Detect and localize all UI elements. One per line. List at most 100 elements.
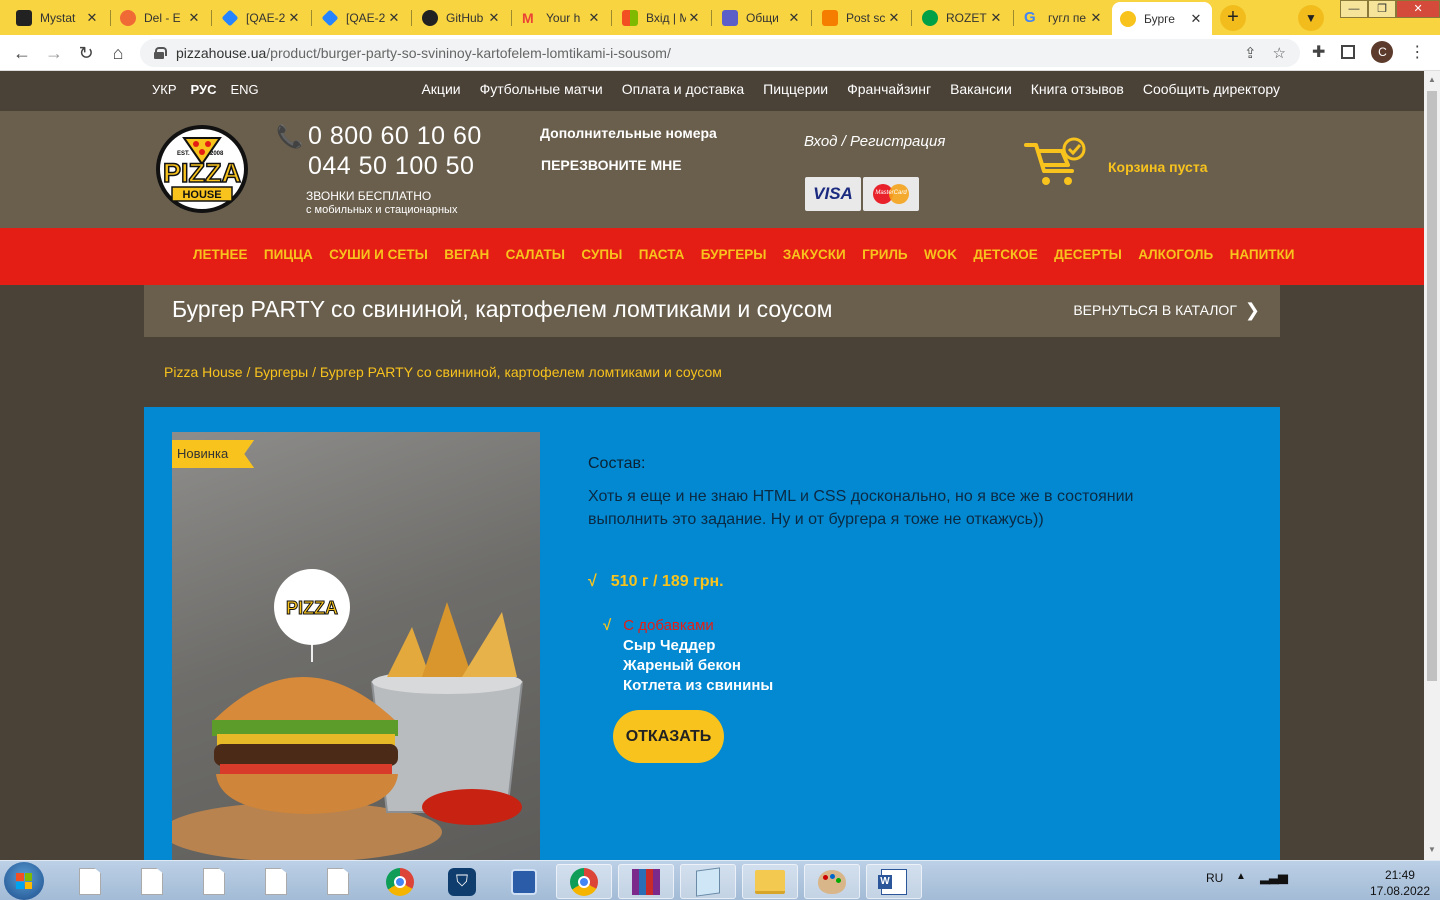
reload-icon[interactable]: ↻ [74, 41, 98, 65]
top-nav-football[interactable]: Футбольные матчи [480, 81, 603, 97]
forward-arrow-icon[interactable]: → [42, 41, 66, 65]
category-kids[interactable]: ДЕТСКОЕ [973, 247, 1037, 262]
back-to-catalog-link[interactable]: ВЕРНУТЬСЯ В КАТАЛОГ ❯ [1073, 301, 1260, 319]
browser-tab[interactable]: Общи ✕ [714, 3, 810, 33]
category-alcohol[interactable]: АЛКОГОЛЬ [1138, 247, 1213, 262]
top-nav-payment-delivery[interactable]: Оплата и доставка [622, 81, 744, 97]
top-nav-pizzerias[interactable]: Пиццерии [763, 81, 828, 97]
callback-button[interactable]: ПЕРЕЗВОНИТЕ МНЕ [541, 157, 682, 173]
close-icon[interactable]: ✕ [186, 10, 202, 26]
category-desserts[interactable]: ДЕСЕРТЫ [1054, 247, 1122, 262]
browser-tab[interactable]: G гугл пе ✕ [1016, 3, 1112, 33]
category-soups[interactable]: СУПЫ [581, 247, 622, 262]
login-register-link[interactable]: Вход / Регистрация [804, 133, 945, 150]
category-drinks[interactable]: НАПИТКИ [1230, 247, 1295, 262]
taskbar-remote-desktop-icon[interactable] [496, 864, 552, 899]
browser-tab[interactable]: ROZET ✕ [914, 3, 1012, 33]
phone-number-1[interactable]: 0 800 60 10 60 [308, 121, 482, 151]
close-icon[interactable]: ✕ [1088, 10, 1104, 26]
close-icon[interactable]: ✕ [886, 10, 902, 26]
taskbar-notepad-icon[interactable] [680, 864, 736, 899]
start-button[interactable] [4, 862, 44, 900]
scrollbar-thumb[interactable] [1427, 91, 1437, 681]
taskbar-document-icon[interactable] [124, 864, 180, 899]
top-nav-vacancies[interactable]: Вакансии [950, 81, 1012, 97]
close-icon[interactable]: ✕ [988, 10, 1004, 26]
scroll-up-icon[interactable]: ▲ [1428, 75, 1436, 84]
close-icon[interactable]: ✕ [686, 10, 702, 26]
top-nav-franchising[interactable]: Франчайзинг [847, 81, 931, 97]
taskbar-chrome-profile-icon[interactable] [556, 864, 612, 899]
taskbar-paint-icon[interactable] [804, 864, 860, 899]
browser-tab[interactable]: [QAE-2 ✕ [314, 3, 410, 33]
top-nav-promotions[interactable]: Акции [421, 81, 460, 97]
tab-search-chevron-icon[interactable]: ▼ [1298, 5, 1324, 31]
clock[interactable]: 21:49 17.08.2022 [1370, 867, 1430, 899]
back-arrow-icon[interactable]: ← [10, 41, 34, 65]
refuse-button[interactable]: ОТКАЗАТЬ [613, 710, 724, 763]
address-bar[interactable]: pizzahouse.ua/product/burger-party-so-sv… [140, 39, 1300, 67]
category-pizza[interactable]: ПИЦЦА [264, 247, 313, 262]
kebab-menu-icon[interactable]: ⋮ [1409, 42, 1425, 62]
extensions-puzzle-icon[interactable]: ✚ [1312, 42, 1325, 62]
tray-chevron-up-icon[interactable]: ▲ [1236, 871, 1246, 882]
taskbar-document-icon[interactable] [186, 864, 242, 899]
category-grill[interactable]: ГРИЛЬ [862, 247, 908, 262]
taskbar-word-icon[interactable]: W [866, 864, 922, 899]
lang-rus[interactable]: РУС [191, 82, 217, 97]
category-salads[interactable]: САЛАТЫ [506, 247, 565, 262]
taskbar-vpn-shield-icon[interactable]: ⛉ [434, 864, 490, 899]
scroll-down-icon[interactable]: ▼ [1428, 845, 1436, 854]
close-icon[interactable]: ✕ [786, 10, 802, 26]
breadcrumb-burgers[interactable]: Бургеры [254, 364, 308, 380]
category-sushi[interactable]: СУШИ И СЕТЫ [329, 247, 428, 262]
taskbar-chrome-icon[interactable] [372, 864, 428, 899]
home-icon[interactable]: ⌂ [106, 41, 130, 65]
category-pasta[interactable]: ПАСТА [639, 247, 685, 262]
close-icon[interactable]: ✕ [1188, 11, 1204, 27]
breadcrumb-home[interactable]: Pizza House [164, 364, 243, 380]
category-summer[interactable]: ЛЕТНЕЕ [193, 247, 247, 262]
close-icon[interactable]: ✕ [486, 10, 502, 26]
close-icon[interactable]: ✕ [386, 10, 402, 26]
minimize-icon[interactable]: — [1340, 0, 1369, 18]
extra-numbers-link[interactable]: Дополнительные номера [540, 125, 717, 141]
share-icon[interactable]: ⇪ [1244, 44, 1257, 62]
top-nav-reviews[interactable]: Книга отзывов [1031, 81, 1124, 97]
taskbar-folder-icon[interactable] [742, 864, 798, 899]
close-icon[interactable]: ✕ [586, 10, 602, 26]
category-burgers[interactable]: БУРГЕРЫ [701, 247, 767, 262]
new-tab-button[interactable]: + [1220, 5, 1246, 31]
lock-icon[interactable] [154, 47, 167, 59]
keyboard-language[interactable]: RU [1206, 871, 1223, 885]
taskbar-winrar-icon[interactable] [618, 864, 674, 899]
browser-tab[interactable]: Mystat ✕ [8, 3, 108, 33]
category-wok[interactable]: WOK [924, 247, 957, 262]
taskbar-document-icon[interactable] [248, 864, 304, 899]
bookmark-star-icon[interactable]: ☆ [1273, 44, 1286, 62]
category-vegan[interactable]: ВЕГАН [444, 247, 489, 262]
lang-eng[interactable]: ENG [231, 82, 259, 97]
profile-avatar[interactable]: C [1371, 41, 1394, 63]
cart-status[interactable]: Корзина пуста [1108, 159, 1207, 175]
browser-tab[interactable]: Вхід | M ✕ [614, 3, 710, 33]
browser-tab[interactable]: Del - E ✕ [112, 3, 210, 33]
phone-number-2[interactable]: 044 50 100 50 [308, 151, 482, 181]
taskbar-document-icon[interactable] [62, 864, 118, 899]
browser-tab[interactable]: [QAE-2 ✕ [214, 3, 310, 33]
pizza-house-logo[interactable]: EST. 2008 PIZZA HOUSE [144, 124, 260, 214]
browser-tab[interactable]: Post sc ✕ [814, 3, 910, 33]
network-signal-icon[interactable]: ▂▃▅ [1260, 869, 1288, 885]
browser-tab[interactable]: M Your h ✕ [514, 3, 610, 33]
side-panel-icon[interactable] [1341, 45, 1356, 59]
lang-ukr[interactable]: УКР [152, 82, 177, 97]
taskbar-document-icon[interactable] [310, 864, 366, 899]
close-icon[interactable]: ✕ [286, 10, 302, 26]
browser-tab-active[interactable]: Бурге ✕ [1112, 2, 1212, 35]
maximize-icon[interactable]: ❐ [1368, 0, 1397, 18]
browser-tab[interactable]: GitHub ✕ [414, 3, 510, 33]
category-snacks[interactable]: ЗАКУСКИ [783, 247, 846, 262]
top-nav-report-director[interactable]: Сообщить директору [1143, 81, 1280, 97]
window-close-icon[interactable]: ✕ [1396, 0, 1440, 18]
page-scrollbar[interactable]: ▲ ▼ [1424, 71, 1440, 860]
